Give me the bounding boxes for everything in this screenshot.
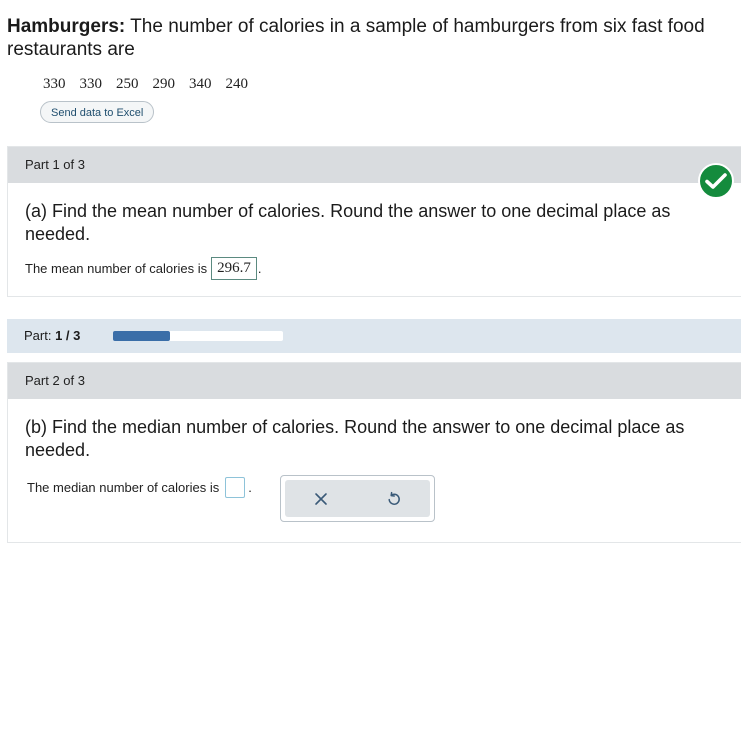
part-1-answer-prefix: The mean number of calories is [25,261,208,276]
data-value: 330 [79,76,103,92]
part-1-answer-line: The mean number of calories is 296.7 . [25,257,261,280]
part-1-answer-suffix: . [257,261,262,276]
progress-label: Part: [24,328,52,343]
data-values: 330 330 250 290 340 240 [43,76,248,93]
answer-toolbar [280,475,435,522]
part-1-header: Part 1 of 3 [8,147,741,183]
undo-icon[interactable] [382,487,406,511]
part-1-question: (a) Find the mean number of calories. Ro… [25,201,671,244]
median-answer-input[interactable] [225,477,246,498]
close-icon[interactable] [309,487,333,511]
data-value: 240 [225,76,249,92]
part-progress: Part: 1 / 3 [7,319,741,353]
mean-answer-field[interactable]: 296.7 [211,257,257,280]
data-value: 340 [189,76,212,92]
problem-title: Hamburgers: [7,16,126,37]
page: Hamburgers: The number of calories in a … [0,0,741,741]
part-2-answer-prefix: The median number of calories is [27,480,220,495]
progress-fill [113,331,170,341]
problem-statement: Hamburgers: The number of calories in a … [7,15,727,61]
send-to-excel-button[interactable]: Send data to Excel [40,101,155,123]
answer-toolbar-inner [285,480,430,517]
part-2-answer-suffix: . [248,480,252,495]
part-1-card: Part 1 of 3 (a) Find the mean number of … [7,146,741,297]
part-2-header: Part 2 of 3 [8,363,741,399]
data-value: 290 [152,76,176,92]
part-2-answer-line: The median number of calories is . [27,477,252,498]
data-value: 330 [43,76,66,92]
part-2-question: (b) Find the median number of calories. … [25,417,685,460]
data-value: 250 [116,76,139,92]
progress-track [113,331,283,341]
progress-value: 1 / 3 [55,328,81,343]
check-icon [698,163,734,199]
